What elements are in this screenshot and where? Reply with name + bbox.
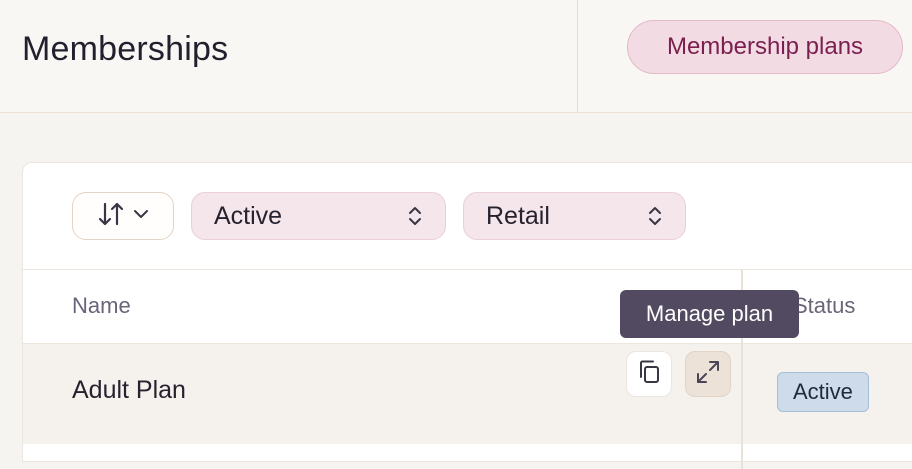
header-divider (577, 0, 578, 112)
chevron-updown-icon (407, 205, 423, 234)
copy-icon (635, 358, 663, 391)
manage-plan-button[interactable] (685, 351, 731, 397)
column-header-status[interactable]: Status (793, 293, 855, 319)
table-row[interactable]: Adult Plan Active (23, 344, 912, 444)
copy-plan-button[interactable] (626, 351, 672, 397)
sort-button[interactable] (72, 192, 174, 240)
top-bar: Memberships Membership plans (0, 0, 912, 113)
page-title: Memberships (22, 30, 229, 68)
status-filter-select[interactable]: Active (191, 192, 446, 240)
sort-arrows-icon (97, 200, 125, 233)
status-filter-value: Active (214, 201, 283, 230)
type-filter-select[interactable]: Retail (463, 192, 686, 240)
membership-plans-button[interactable]: Membership plans (627, 20, 903, 74)
expand-icon (694, 358, 722, 391)
chevron-down-icon (133, 207, 149, 225)
column-header-name[interactable]: Name (72, 293, 131, 319)
status-badge: Active (777, 372, 869, 412)
plan-name-cell: Adult Plan (72, 376, 186, 404)
filter-bar: Active Retail (23, 163, 912, 270)
manage-plan-tooltip: Manage plan (620, 290, 799, 338)
chevron-updown-icon (647, 205, 663, 234)
type-filter-value: Retail (486, 201, 550, 230)
